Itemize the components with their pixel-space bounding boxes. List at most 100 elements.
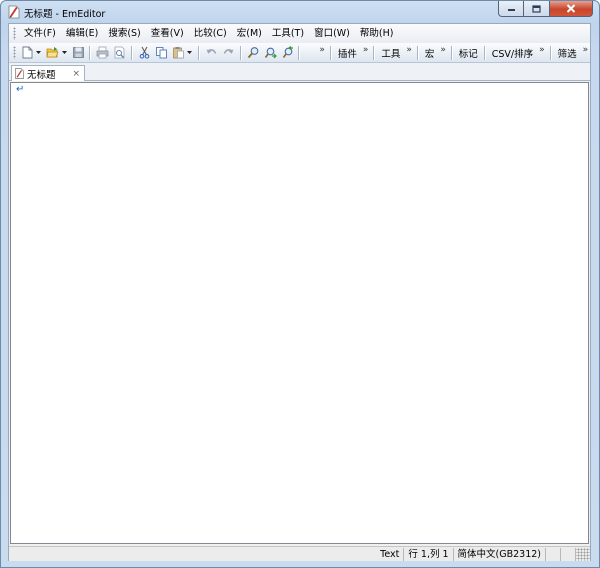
toolbar-separator — [298, 45, 301, 60]
status-bar: Text 行 1,列 1 简体中文(GB2312) — [9, 546, 590, 561]
caption-buttons — [498, 1, 593, 17]
menu-search[interactable]: 搜索(S) — [103, 24, 145, 43]
title-bar[interactable]: 无标题 - EmEditor — [1, 1, 599, 23]
status-encoding[interactable]: 简体中文(GB2312) — [452, 547, 545, 561]
save-icon — [72, 47, 84, 58]
new-dropdown[interactable] — [36, 45, 43, 61]
size-grip[interactable] — [575, 547, 590, 561]
toolbar-group-filter: 筛选 » — [555, 45, 591, 60]
tab-close-icon[interactable]: × — [72, 69, 80, 79]
text-editor-area[interactable]: ↵ — [10, 82, 589, 544]
status-position[interactable]: 行 1,列 1 — [403, 547, 452, 561]
open-folder-icon — [46, 47, 59, 58]
paste-button[interactable] — [171, 45, 186, 61]
tools-toolbar-label[interactable]: 工具 — [378, 46, 403, 60]
find-button[interactable] — [246, 45, 261, 61]
print-icon — [96, 46, 109, 59]
copy-icon — [155, 47, 167, 59]
csv-overflow-chevron[interactable]: » — [539, 45, 544, 55]
new-document-icon — [22, 46, 33, 59]
print-preview-button[interactable] — [112, 45, 127, 61]
tools-overflow-chevron[interactable]: » — [406, 45, 411, 55]
dropdown-arrow-icon — [187, 51, 193, 54]
toolbar-separator — [373, 45, 376, 60]
toolbar-group-plugins: 插件 » — [335, 45, 371, 60]
main-toolbar: » 插件 » 工具 » 宏 » 标记 CSV/排序 » 筛选 » — [9, 43, 590, 63]
open-button[interactable] — [45, 45, 60, 61]
toolbar-separator — [329, 45, 332, 60]
find-next-button[interactable] — [263, 45, 278, 61]
app-window: 无标题 - EmEditor 文件(F) 编辑(E) 搜索(S) 查看(V) 比… — [0, 0, 600, 568]
window-title: 无标题 - EmEditor — [24, 9, 106, 20]
toolbar-grip[interactable] — [13, 46, 16, 59]
redo-button[interactable] — [221, 45, 236, 61]
undo-button[interactable] — [204, 45, 219, 61]
toolbar-separator — [549, 45, 552, 60]
close-icon — [566, 4, 576, 13]
open-dropdown[interactable] — [61, 45, 68, 61]
toolbar-separator — [416, 45, 419, 60]
paste-icon — [172, 47, 184, 59]
status-empty-cell — [560, 547, 575, 561]
minimize-button[interactable] — [498, 1, 524, 17]
menu-bar: 文件(F) 编辑(E) 搜索(S) 查看(V) 比较(C) 宏(M) 工具(T)… — [9, 24, 590, 43]
menu-compare[interactable]: 比较(C) — [189, 24, 232, 43]
dropdown-arrow-icon — [36, 51, 42, 54]
emeditor-app-icon — [8, 5, 20, 19]
new-button[interactable] — [20, 45, 35, 61]
menu-file[interactable]: 文件(F) — [19, 24, 61, 43]
menu-macros[interactable]: 宏(M) — [232, 24, 267, 43]
menu-edit[interactable]: 编辑(E) — [61, 24, 103, 43]
menu-help[interactable]: 帮助(H) — [355, 24, 399, 43]
toolbar-group-tools: 工具 » — [378, 45, 414, 60]
cut-button[interactable] — [137, 45, 152, 61]
menu-window[interactable]: 窗口(W) — [309, 24, 355, 43]
cut-icon — [139, 46, 150, 59]
toolbar-overflow-chevron[interactable]: » — [319, 45, 324, 55]
copy-button[interactable] — [154, 45, 169, 61]
toolbar-separator — [89, 45, 92, 60]
markers-toolbar-label[interactable]: 标记 — [456, 46, 481, 60]
menu-view[interactable]: 查看(V) — [146, 24, 189, 43]
maximize-button[interactable] — [524, 1, 550, 17]
status-empty-cell — [545, 547, 560, 561]
toolbar-group-csv: CSV/排序 » — [489, 45, 547, 60]
end-of-line-mark: ↵ — [16, 84, 25, 95]
toolbar-separator — [239, 45, 242, 60]
document-tab-strip: 无标题 × — [9, 63, 590, 81]
macros-toolbar-label[interactable]: 宏 — [422, 46, 438, 60]
toolbar-group-macros: 宏 » — [422, 45, 448, 60]
menubar-grip[interactable] — [13, 27, 16, 40]
close-button[interactable] — [550, 1, 593, 17]
tab-untitled[interactable]: 无标题 × — [11, 65, 85, 81]
find-previous-icon — [282, 46, 293, 58]
save-button[interactable] — [71, 45, 86, 61]
toolbar-separator — [131, 45, 134, 60]
maximize-icon — [532, 4, 541, 13]
dropdown-arrow-icon — [61, 51, 67, 54]
minimize-icon — [507, 9, 515, 11]
print-button[interactable] — [95, 45, 110, 61]
toolbar-separator — [450, 45, 453, 60]
plugins-toolbar-label[interactable]: 插件 — [335, 46, 360, 60]
status-mode[interactable]: Text — [376, 548, 403, 561]
print-preview-icon — [114, 46, 125, 59]
csv-sort-toolbar-label[interactable]: CSV/排序 — [489, 46, 536, 60]
find-icon — [247, 47, 259, 59]
tab-label: 无标题 — [27, 69, 56, 81]
document-icon — [15, 68, 24, 79]
macros-overflow-chevron[interactable]: » — [440, 45, 445, 55]
plugins-overflow-chevron[interactable]: » — [363, 45, 368, 55]
find-previous-button[interactable] — [280, 45, 295, 61]
toolbar-separator — [198, 45, 201, 60]
filter-toolbar-label[interactable]: 筛选 — [555, 46, 580, 60]
client-area: 文件(F) 编辑(E) 搜索(S) 查看(V) 比较(C) 宏(M) 工具(T)… — [8, 23, 591, 561]
undo-icon — [206, 49, 217, 54]
paste-dropdown[interactable] — [187, 45, 194, 61]
redo-icon — [223, 49, 234, 54]
filter-overflow-chevron[interactable]: » — [583, 45, 588, 55]
toolbar-group-markers: 标记 — [456, 46, 481, 60]
toolbar-separator — [483, 45, 486, 60]
menu-tools[interactable]: 工具(T) — [267, 24, 309, 43]
find-next-icon — [264, 47, 277, 59]
